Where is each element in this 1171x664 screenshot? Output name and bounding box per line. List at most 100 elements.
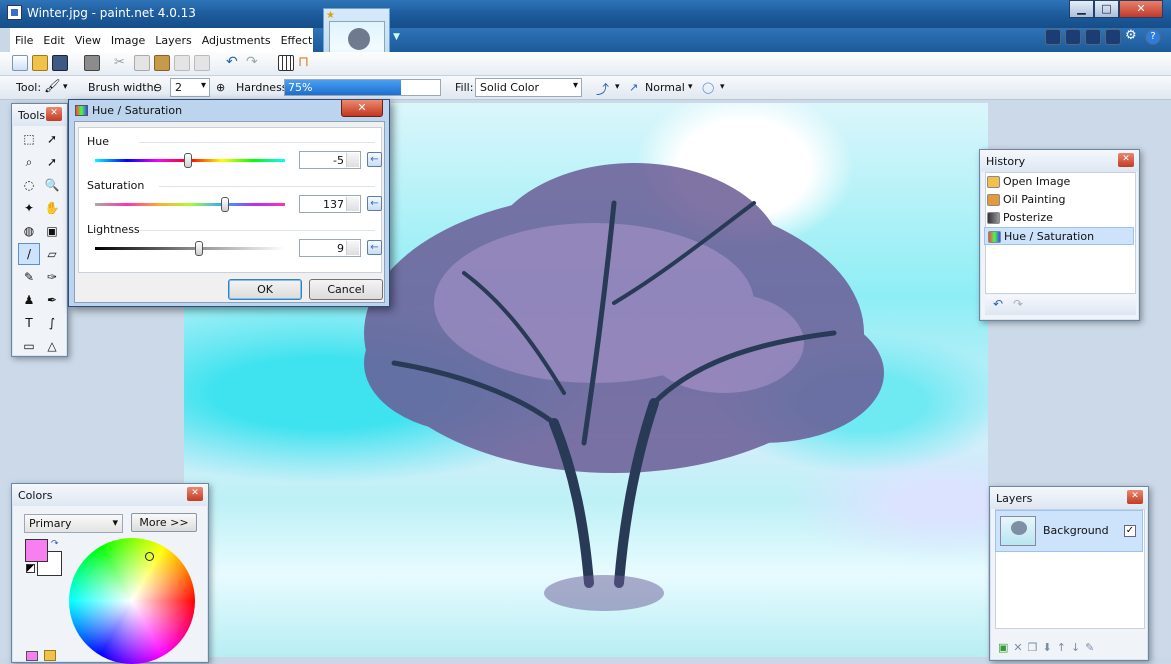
tools-panel-close-button[interactable]: ✕	[46, 107, 62, 121]
color-wheel[interactable]	[69, 538, 195, 664]
settings-gear-icon[interactable]: ⚙	[1125, 29, 1141, 45]
primary-color-swatch[interactable]	[25, 539, 48, 562]
maximize-button[interactable]: □	[1094, 0, 1119, 18]
antialiasing-icon[interactable]: ⤴	[596, 79, 609, 98]
reset-colors-icon[interactable]	[26, 564, 35, 573]
menu-adjustments[interactable]: Adjustments	[197, 34, 276, 47]
pencil-icon[interactable]: ✎	[18, 266, 40, 288]
gradient-icon[interactable]: ▣	[41, 220, 63, 242]
cut-icon[interactable]: ✂	[114, 55, 130, 71]
color-wheel-marker[interactable]	[145, 552, 154, 561]
shapes-triangle-icon[interactable]: △	[41, 335, 63, 357]
saturation-spinbox[interactable]: 137	[299, 195, 361, 213]
history-item-open-image[interactable]: Open Image	[984, 173, 1134, 191]
lightness-reset-button[interactable]: ←	[367, 240, 382, 255]
tools-window-toggle-icon[interactable]	[1045, 29, 1061, 45]
menu-view[interactable]: View	[70, 34, 106, 47]
history-redo-icon[interactable]: ↷	[1013, 297, 1023, 311]
colors-panel-close-button[interactable]: ✕	[187, 487, 203, 501]
history-item-hue-saturation[interactable]: Hue / Saturation	[984, 227, 1134, 245]
layer-properties-icon[interactable]: ✎	[1085, 641, 1094, 654]
deselect-icon[interactable]	[194, 55, 210, 71]
move-layer-up-icon[interactable]: ↑	[1057, 641, 1066, 654]
ruler-icon[interactable]: ⊓	[298, 55, 314, 71]
blend-mode-value[interactable]: Normal	[645, 81, 685, 94]
history-panel-close-button[interactable]: ✕	[1118, 153, 1134, 167]
dialog-close-button[interactable]: ✕	[341, 100, 383, 117]
hue-slider-thumb[interactable]	[184, 153, 193, 168]
lasso-select-icon[interactable]: ⌕	[18, 151, 40, 173]
zoom-icon[interactable]: 🔍	[41, 174, 63, 196]
brush-width-increase-icon[interactable]: ⊕	[216, 81, 225, 94]
selection-mode-icon[interactable]: ◯	[702, 81, 714, 94]
history-item-oil-painting[interactable]: Oil Painting	[984, 191, 1134, 209]
magic-wand-icon[interactable]: ✦	[18, 197, 40, 219]
layer-item-background[interactable]: Background ✓	[995, 510, 1143, 552]
move-selected-icon[interactable]: ➚	[41, 128, 63, 150]
menu-layers[interactable]: Layers	[150, 34, 196, 47]
selection-mode-dropdown-icon[interactable]: ▾	[720, 82, 725, 92]
menu-edit[interactable]: Edit	[38, 34, 69, 47]
colors-window-toggle-icon[interactable]	[1105, 29, 1121, 45]
undo-icon[interactable]: ↶	[226, 55, 242, 71]
brush-width-combo[interactable]: 2	[170, 78, 210, 97]
antialiasing-dropdown-icon[interactable]: ▾	[615, 82, 620, 92]
color-target-select[interactable]: Primary	[24, 514, 123, 533]
rectangle-select-icon[interactable]: ⬚	[18, 128, 40, 150]
hue-reset-button[interactable]: ←	[367, 152, 382, 167]
grid-icon[interactable]	[278, 55, 294, 71]
lightness-slider-thumb[interactable]	[194, 241, 203, 256]
copy-icon[interactable]	[134, 55, 150, 71]
delete-layer-icon[interactable]: ✕	[1013, 641, 1022, 654]
move-layer-down-icon[interactable]: ↓	[1071, 641, 1080, 654]
paint-bucket-icon[interactable]: ◍	[18, 220, 40, 242]
close-window-button[interactable]: ✕	[1119, 0, 1163, 18]
line-curve-icon[interactable]: ∫	[41, 312, 63, 334]
menu-image[interactable]: Image	[106, 34, 150, 47]
palette-menu-icon[interactable]	[44, 650, 56, 661]
save-icon[interactable]	[52, 55, 68, 71]
shapes-icon[interactable]: ▭	[18, 335, 40, 357]
eraser-icon[interactable]: ▱	[41, 243, 63, 265]
paintbrush-icon[interactable]: /	[18, 243, 40, 265]
history-window-toggle-icon[interactable]	[1065, 29, 1081, 45]
crop-to-selection-icon[interactable]	[174, 55, 190, 71]
recolor-icon[interactable]: ✒	[41, 289, 63, 311]
saturation-reset-button[interactable]: ←	[367, 196, 382, 211]
redo-icon[interactable]: ↷	[246, 55, 262, 71]
history-undo-icon[interactable]: ↶	[993, 297, 1003, 311]
lightness-slider-track[interactable]	[95, 247, 285, 250]
menu-file[interactable]: File	[10, 34, 38, 47]
cancel-button[interactable]: Cancel	[309, 279, 383, 300]
layers-window-toggle-icon[interactable]	[1085, 29, 1101, 45]
history-item-posterize[interactable]: Posterize	[984, 209, 1134, 227]
hardness-slider[interactable]: 75%	[284, 79, 441, 96]
swap-colors-icon[interactable]: ↷	[51, 539, 59, 549]
minimize-button[interactable]: ▁	[1069, 0, 1094, 18]
ok-button[interactable]: OK	[228, 279, 302, 300]
paintbrush-tool-icon[interactable]: 🖌	[44, 79, 61, 94]
layer-visibility-checkbox[interactable]: ✓	[1124, 525, 1136, 537]
print-icon[interactable]	[84, 55, 100, 71]
fill-mode-combo[interactable]: Solid Color	[475, 78, 582, 97]
more-colors-button[interactable]: More >>	[131, 513, 197, 532]
brush-width-decrease-icon[interactable]: ⊖	[153, 81, 162, 94]
tab-list-arrow-icon[interactable]: ▼	[393, 32, 400, 42]
duplicate-layer-icon[interactable]: ❐	[1028, 641, 1038, 654]
paste-icon[interactable]	[154, 55, 170, 71]
palette-swatch[interactable]	[26, 651, 38, 661]
pan-icon[interactable]: ✋	[41, 197, 63, 219]
merge-layer-down-icon[interactable]: ⬇	[1043, 641, 1052, 654]
new-image-icon[interactable]	[12, 55, 28, 71]
lightness-spinbox[interactable]: 9	[299, 239, 361, 257]
text-icon[interactable]: T	[18, 312, 40, 334]
help-icon[interactable]: ?	[1145, 29, 1161, 45]
blend-mode-dropdown-icon[interactable]: ▾	[688, 82, 693, 92]
saturation-slider-track[interactable]	[95, 203, 285, 206]
add-layer-icon[interactable]: ▣	[998, 641, 1008, 654]
color-picker-icon[interactable]: ✑	[41, 266, 63, 288]
layers-panel-close-button[interactable]: ✕	[1127, 490, 1143, 504]
tool-dropdown-arrow-icon[interactable]: ▾	[63, 82, 68, 92]
ellipse-select-icon[interactable]: ◌	[18, 174, 40, 196]
saturation-slider-thumb[interactable]	[221, 197, 230, 212]
